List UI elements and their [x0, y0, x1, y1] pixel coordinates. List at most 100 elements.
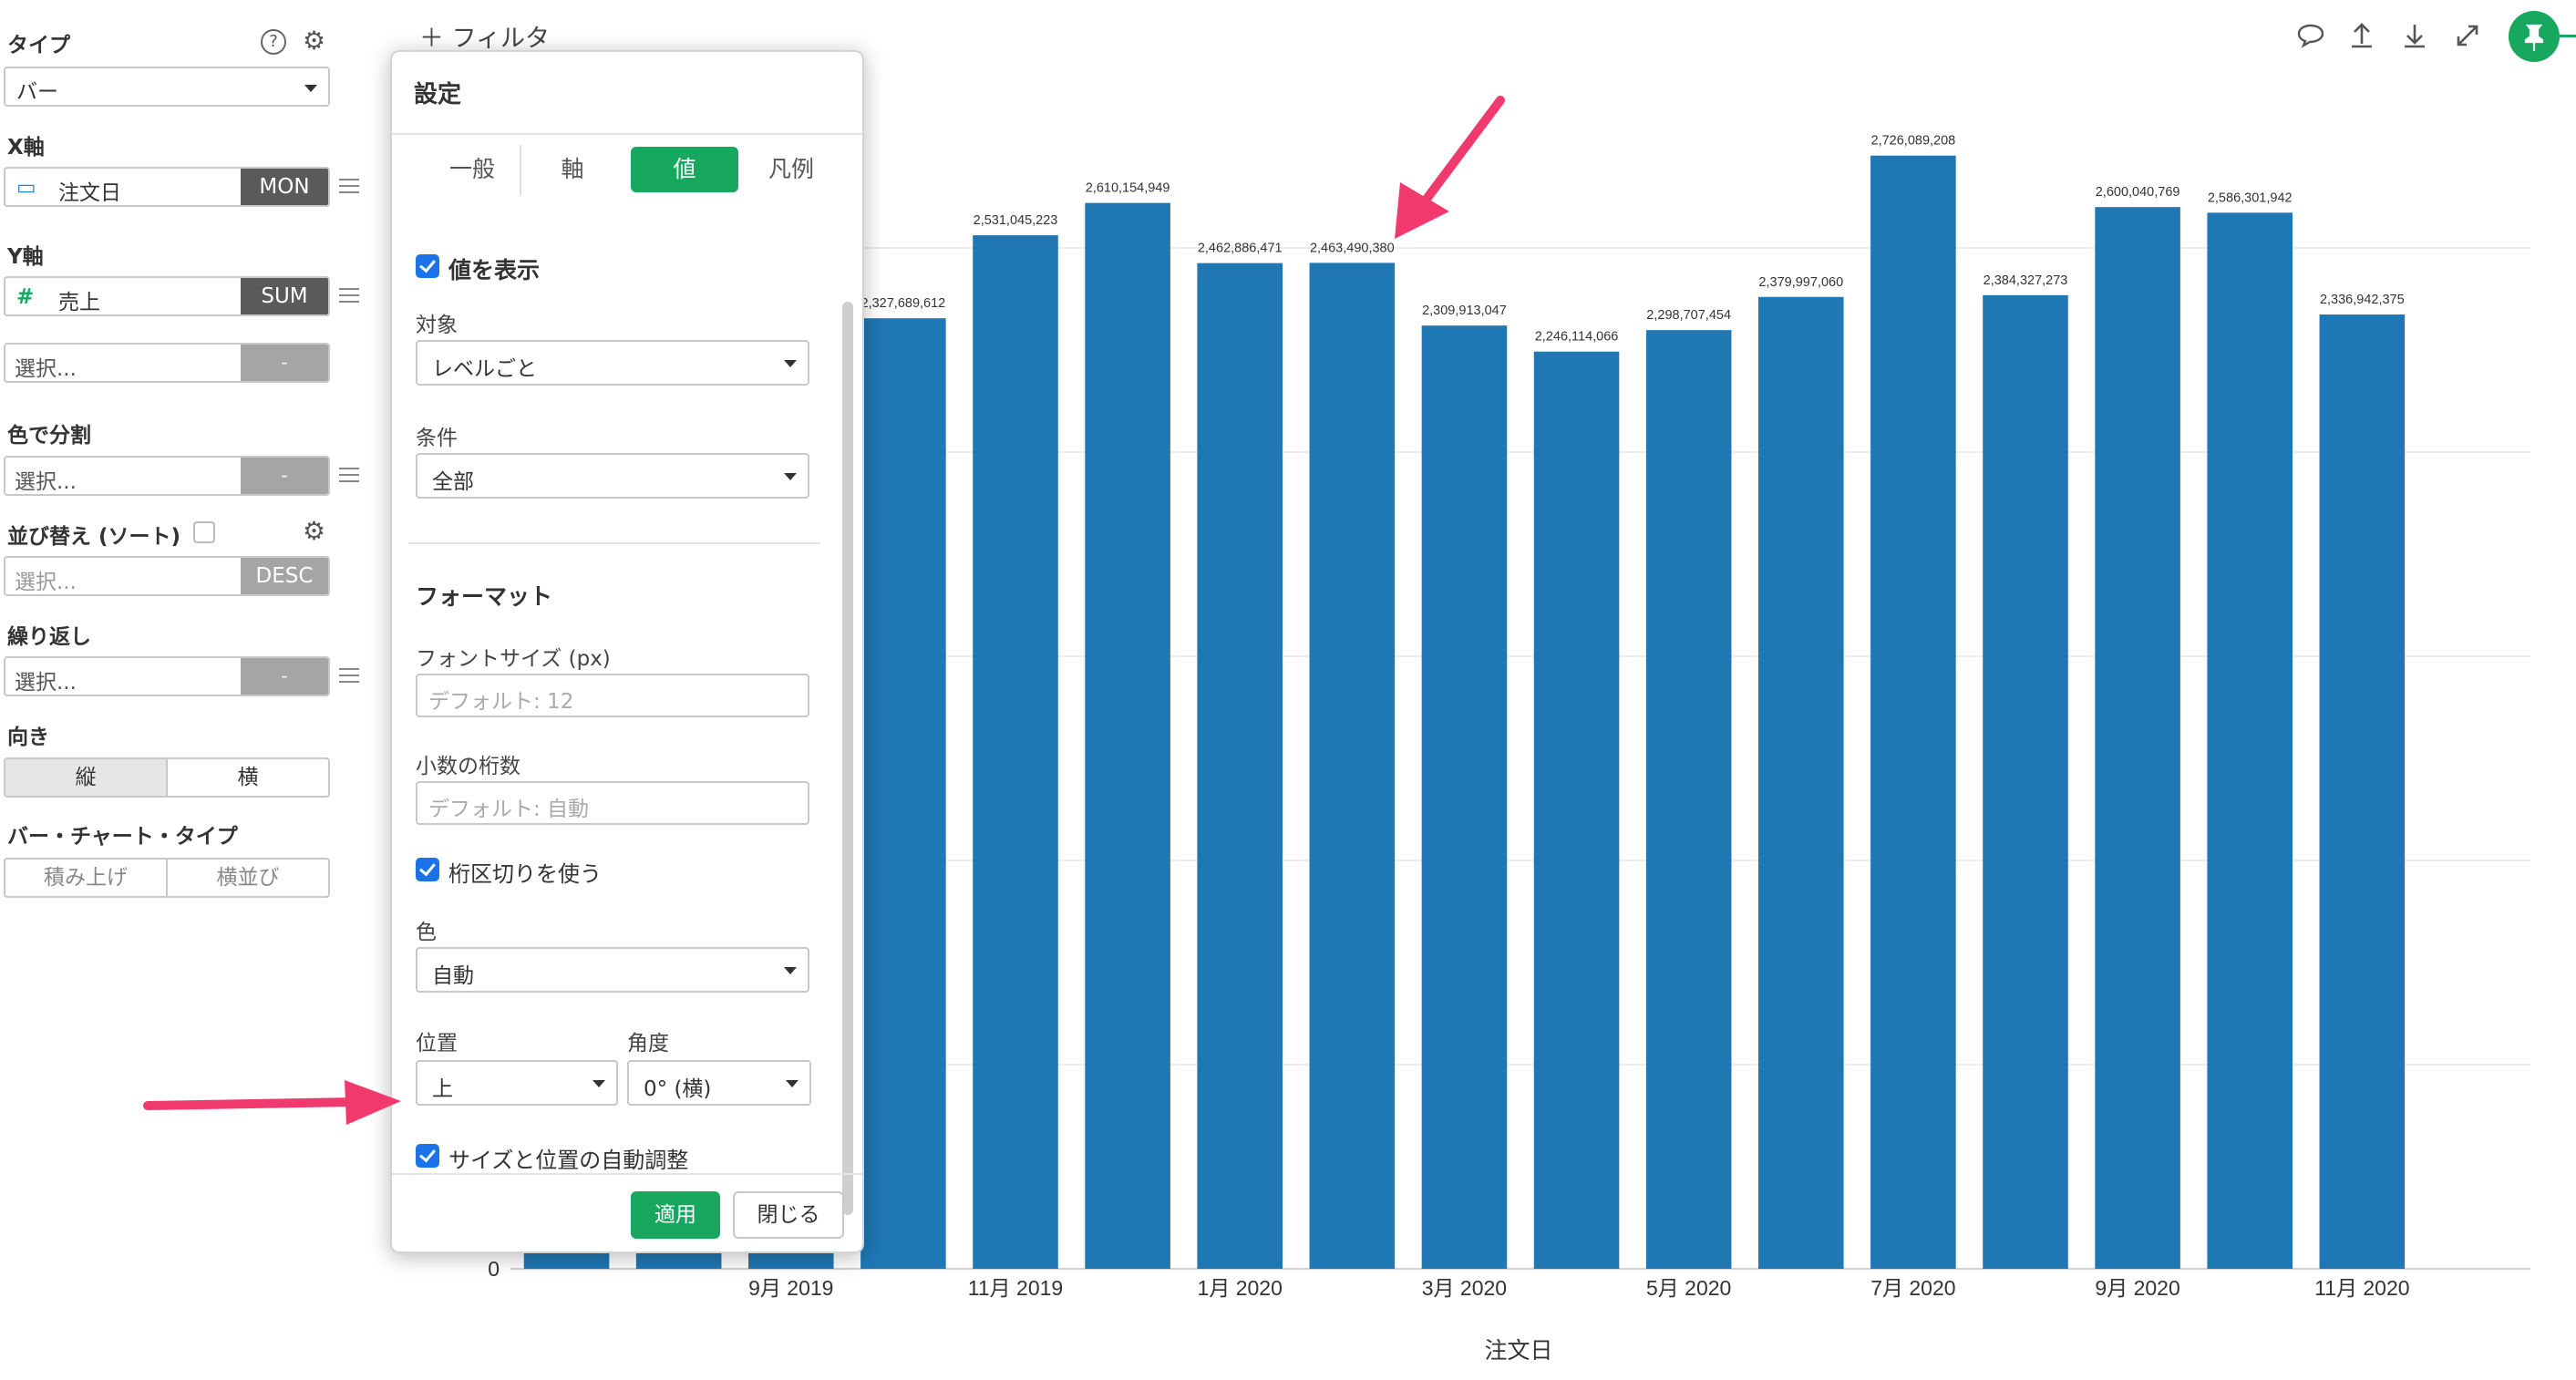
tab-separator — [520, 145, 521, 196]
color-split-button[interactable]: - — [241, 458, 328, 494]
data-label: 2,246,114,066 — [1535, 330, 1619, 345]
bar — [1421, 325, 1508, 1270]
y-axis-field-name: 売上 — [58, 291, 100, 314]
y-axis-menu-icon[interactable] — [339, 288, 359, 304]
repeat-field[interactable]: 選択... - — [4, 656, 330, 696]
bar — [1645, 330, 1732, 1269]
y-axis-field[interactable]: # 売上 SUM — [4, 276, 330, 316]
color-split-menu-icon[interactable] — [339, 468, 359, 484]
x-axis-field-name: 注文日 — [58, 181, 121, 205]
tab-legend[interactable]: 凡例 — [747, 147, 835, 192]
x-tick-label: 5月 2020 — [1646, 1276, 1731, 1300]
dialog-header-divider — [392, 133, 862, 135]
position-label: 位置 — [416, 1032, 458, 1056]
chart-type-select[interactable]: バー — [4, 67, 330, 107]
left-config-panel: タイプ ? ⚙ バー X軸 ▭ 注文日 MON Y軸 # 売上 SUM 選択..… — [0, 0, 359, 1380]
sort-label: 並び替え (ソート) — [7, 525, 181, 549]
dialog-scrollbar[interactable] — [842, 302, 853, 1215]
decimals-label: 小数の桁数 — [416, 755, 520, 778]
y-axis-agg-button[interactable]: SUM — [241, 278, 328, 314]
font-size-label: フォントサイズ (px) — [416, 647, 611, 671]
number-icon: # — [16, 285, 35, 309]
bar-chart: 2,327,689,612 2,531,045,223 2,610,154,949 2… — [488, 134, 2530, 1364]
sort-checkbox[interactable] — [193, 521, 215, 543]
add-filter-button[interactable]: ＋ フィルタ — [419, 18, 550, 54]
condition-select[interactable]: 全部 — [416, 453, 809, 499]
font-size-input[interactable]: デフォルト: 12 — [416, 674, 809, 717]
bar — [1197, 263, 1283, 1270]
sort-gear-icon[interactable]: ⚙ — [303, 518, 325, 545]
x-tick-label: 9月 2019 — [748, 1276, 833, 1300]
data-label: 2,327,689,612 — [861, 296, 946, 311]
tab-general[interactable]: 一般 — [428, 147, 516, 192]
thousands-separator-label: 桁区切りを使う — [448, 861, 602, 887]
apply-button[interactable]: 適用 — [631, 1191, 720, 1239]
download-icon[interactable] — [2399, 20, 2430, 51]
target-label: 対象 — [416, 314, 458, 337]
auto-adjust-label: サイズと位置の自動調整 — [448, 1148, 689, 1173]
data-label: 2,600,040,769 — [2096, 185, 2180, 200]
position-select[interactable]: 上 — [416, 1060, 618, 1106]
x-axis-agg-button[interactable]: MON — [241, 169, 328, 205]
orientation-horizontal[interactable]: 横 — [168, 759, 328, 796]
x-tick-label: 7月 2020 — [1870, 1276, 1955, 1300]
pin-connector — [2560, 35, 2576, 37]
color-label: 色 — [416, 921, 437, 944]
x-axis-title: 注文日 — [1484, 1338, 1552, 1364]
repeat-button[interactable]: - — [241, 658, 328, 695]
x-tick-label: 3月 2020 — [1422, 1276, 1507, 1300]
target-select[interactable]: レベルごと — [416, 340, 809, 386]
close-button[interactable]: 閉じる — [733, 1191, 844, 1239]
show-values-checkbox[interactable] — [416, 254, 439, 278]
bar — [747, 1251, 834, 1269]
expand-icon[interactable] — [2452, 20, 2483, 51]
data-label: 2,384,327,273 — [1984, 273, 2068, 288]
tab-values[interactable]: 値 — [631, 147, 738, 192]
bar — [1757, 296, 1844, 1269]
sort-field[interactable]: 選択... DESC — [4, 556, 330, 596]
orientation-vertical[interactable]: 縦 — [5, 759, 168, 796]
color-split-field[interactable]: 選択... - — [4, 456, 330, 496]
color-split-label: 色で分割 — [7, 424, 91, 448]
data-label: 2,462,886,471 — [1198, 242, 1283, 256]
angle-label: 角度 — [627, 1032, 669, 1056]
y-axis-extra-button[interactable]: - — [241, 345, 328, 381]
bar — [2207, 212, 2293, 1270]
calendar-icon: ▭ — [16, 176, 36, 200]
repeat-menu-icon[interactable] — [339, 668, 359, 685]
color-split-placeholder: 選択... — [15, 470, 77, 494]
thousands-separator-checkbox[interactable] — [416, 858, 439, 881]
sort-order-button[interactable]: DESC — [241, 558, 328, 594]
show-values-label: 値を表示 — [448, 257, 541, 283]
data-label: 2,336,942,375 — [2320, 293, 2405, 307]
x-axis-menu-icon[interactable] — [339, 179, 359, 195]
bar-type-side-by-side[interactable]: 横並び — [168, 860, 328, 896]
y-tick-label: 0 — [488, 1257, 500, 1281]
y-axis-extra-field[interactable]: 選択... - — [4, 343, 330, 383]
color-select[interactable]: 自動 — [416, 947, 809, 993]
pin-icon — [2524, 24, 2544, 51]
data-label: 2,531,045,223 — [974, 213, 1058, 228]
comment-icon[interactable] — [2295, 20, 2326, 51]
bar — [1983, 294, 2068, 1269]
y-axis-extra-placeholder: 選択... — [15, 357, 77, 381]
tab-axis[interactable]: 軸 — [529, 147, 616, 192]
decimals-input[interactable]: デフォルト: 自動 — [416, 781, 809, 825]
bar — [2095, 207, 2180, 1269]
repeat-placeholder: 選択... — [15, 671, 77, 695]
upload-icon[interactable] — [2346, 20, 2377, 51]
format-title: フォーマット — [416, 583, 553, 610]
bar-type-stacked[interactable]: 積み上げ — [5, 860, 168, 896]
auto-adjust-checkbox[interactable] — [416, 1144, 439, 1168]
help-icon[interactable]: ? — [261, 29, 286, 55]
x-axis-field[interactable]: ▭ 注文日 MON — [4, 167, 330, 207]
dialog-title: 設定 — [414, 81, 462, 108]
pin-button[interactable] — [2509, 11, 2560, 62]
bar — [1870, 155, 1956, 1269]
filter-label: フィルタ — [451, 25, 551, 53]
angle-select[interactable]: 0° (横) — [627, 1060, 811, 1106]
gear-icon[interactable]: ⚙ — [303, 27, 325, 55]
x-tick-label: 11月 2020 — [2314, 1276, 2409, 1300]
bar — [1533, 351, 1620, 1269]
plus-icon: ＋ — [419, 25, 444, 53]
